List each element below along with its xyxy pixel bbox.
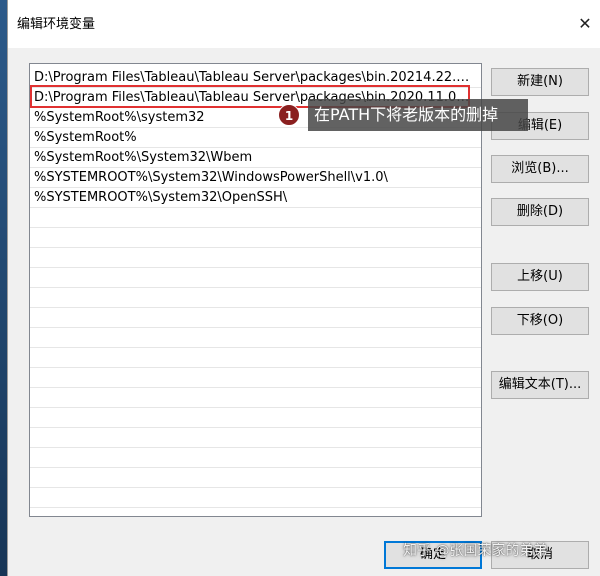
desktop-background [0, 0, 7, 576]
annotation-callout: 在PATH下将老版本的删掉 [308, 99, 528, 131]
path-list-item[interactable]: %SYSTEMROOT%\System32\WindowsPowerShell\… [30, 168, 481, 188]
path-list-item[interactable]: %SYSTEMROOT%\System32\OpenSSH\ [30, 188, 481, 208]
edit-environment-variable-dialog: 编辑环境变量 ✕ D:\Program Files\Tableau\Tablea… [7, 0, 600, 576]
empty-list-row [30, 268, 481, 288]
empty-list-row [30, 208, 481, 228]
empty-list-row [30, 468, 481, 488]
empty-list-row [30, 368, 481, 388]
empty-list-row [30, 388, 481, 408]
title-bar: 编辑环境变量 ✕ [8, 0, 600, 48]
empty-list-row [30, 488, 481, 508]
empty-list-row [30, 348, 481, 368]
empty-list-row [30, 288, 481, 308]
empty-list-row [30, 428, 481, 448]
path-list-item[interactable]: %SystemRoot%\System32\Wbem [30, 148, 481, 168]
empty-list-row [30, 448, 481, 468]
close-icon[interactable]: ✕ [570, 10, 600, 38]
path-list-item[interactable]: D:\Program Files\Tableau\Tableau Server\… [30, 68, 481, 88]
empty-list-row [30, 228, 481, 248]
path-list[interactable]: D:\Program Files\Tableau\Tableau Server\… [29, 63, 482, 517]
new-button[interactable]: 新建(N) [491, 68, 589, 96]
empty-list-row [30, 328, 481, 348]
move-down-button[interactable]: 下移(O) [491, 307, 589, 335]
edit-text-button[interactable]: 编辑文本(T)... [491, 371, 589, 399]
window-title: 编辑环境变量 [17, 17, 96, 32]
move-up-button[interactable]: 上移(U) [491, 263, 589, 291]
empty-list-row [30, 308, 481, 328]
delete-button[interactable]: 删除(D) [491, 198, 589, 226]
browse-button[interactable]: 浏览(B)... [491, 155, 589, 183]
watermark: 知乎 @张国荣家的弟弟 [403, 543, 548, 559]
annotation-step-badge: 1 [278, 104, 300, 126]
path-list-item[interactable]: %SystemRoot% [30, 128, 481, 148]
empty-list-row [30, 408, 481, 428]
empty-list-row [30, 248, 481, 268]
